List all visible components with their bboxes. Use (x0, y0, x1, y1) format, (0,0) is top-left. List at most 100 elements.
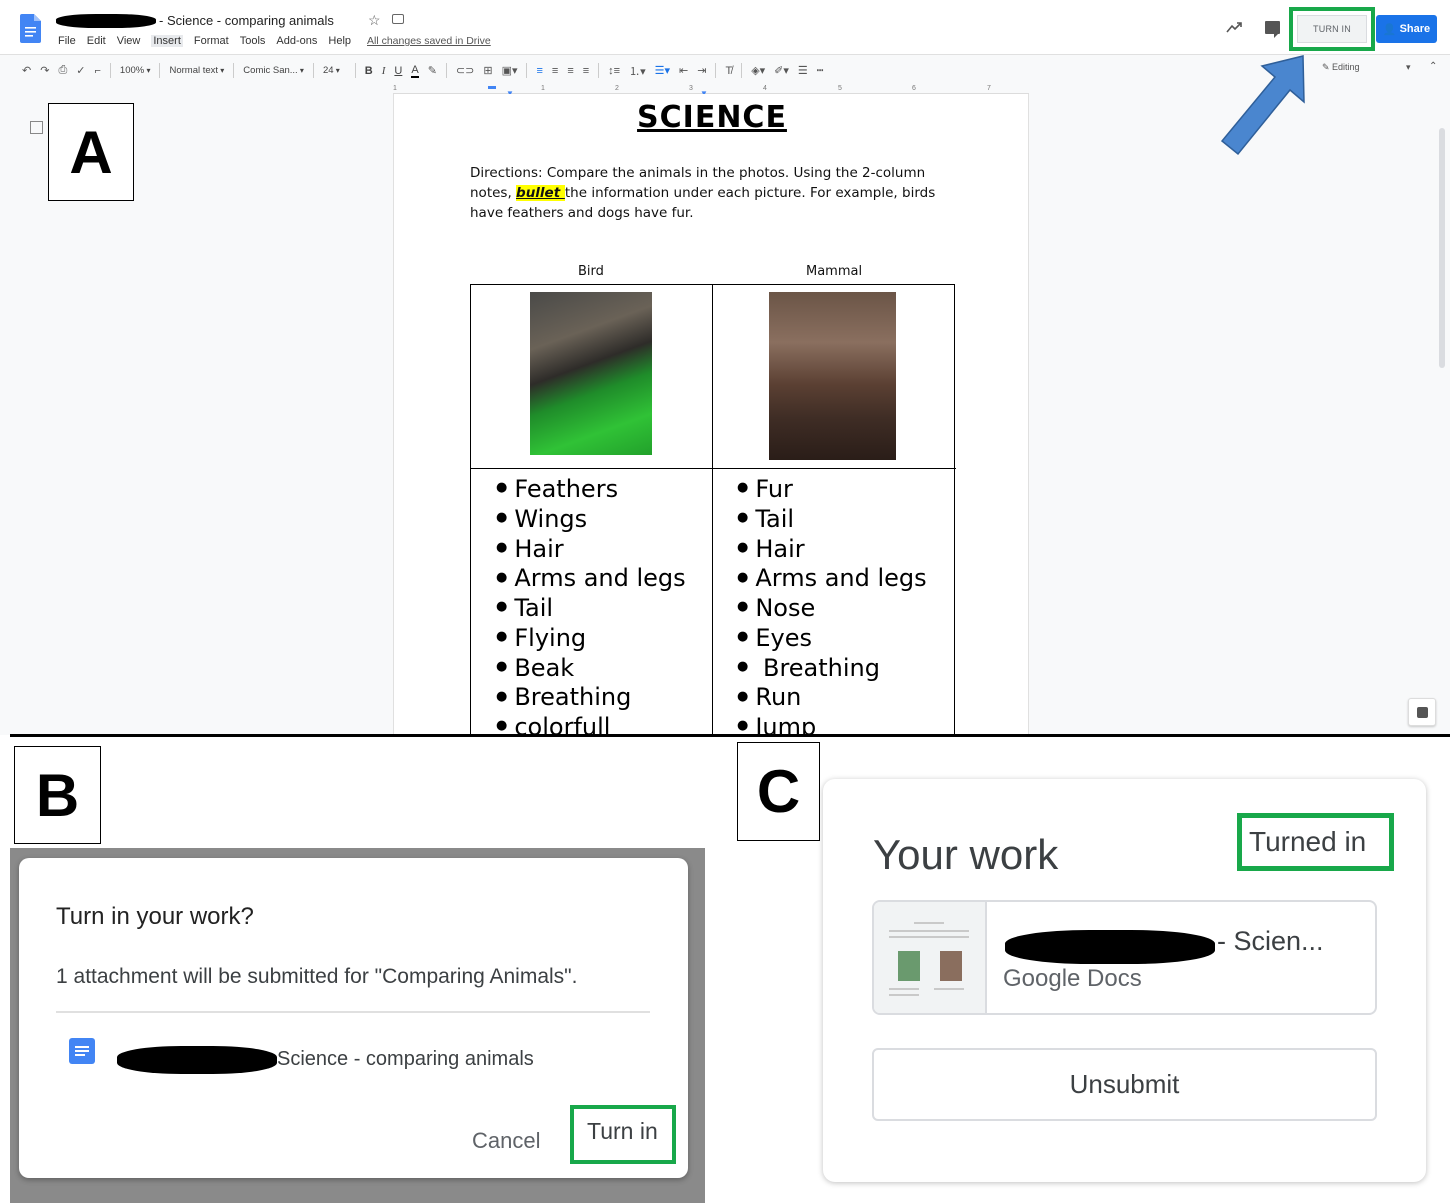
panel-label-c: C (737, 742, 820, 841)
undo-icon[interactable]: ↶ (22, 64, 31, 77)
text-color-button[interactable]: A (411, 64, 419, 78)
dog-photo[interactable] (769, 292, 896, 460)
editing-mode-select[interactable]: ✎ Editing (1322, 62, 1360, 73)
menu-tools[interactable]: Tools (240, 35, 266, 47)
toolbar-divider (312, 63, 314, 78)
paragraph-style-select[interactable]: Normal text (169, 65, 224, 76)
vertical-scrollbar[interactable] (1439, 128, 1445, 368)
list-item: Arms and legs (496, 564, 685, 594)
highlighted-word: bullet (516, 185, 565, 201)
menu-file[interactable]: File (58, 35, 76, 47)
unsubmit-button[interactable]: Unsubmit (872, 1048, 1377, 1121)
turn-in-dialog: Turn in your work? 1 attachment will be … (19, 858, 688, 1178)
font-select[interactable]: Comic San... (243, 65, 304, 76)
bulleted-list-icon[interactable]: ☰▾ (655, 64, 670, 77)
zoom-select[interactable]: 100% (120, 65, 151, 76)
turn-in-highlight-box: TURN IN (1289, 7, 1375, 51)
left-indent-marker[interactable] (488, 86, 496, 89)
redacted-name (1005, 930, 1215, 964)
list-item: Eyes (737, 624, 927, 654)
horizontal-ruler[interactable]: 1 1 2 3 4 5 6 7 ▼ ▼ (393, 85, 1029, 98)
ruler-mark: 3 (689, 85, 693, 92)
toolbar-divider (159, 63, 161, 78)
editing-mode-label: Editing (1332, 62, 1360, 72)
list-item: Fur (737, 475, 927, 505)
collapse-menus-icon[interactable]: ⌃ (1429, 61, 1437, 72)
border-color-icon[interactable]: ✐▾ (774, 64, 789, 77)
save-status-link[interactable]: All changes saved in Drive (367, 35, 491, 47)
document-outline-icon[interactable] (30, 121, 43, 134)
table-divider (471, 468, 956, 469)
explore-icon[interactable] (1408, 698, 1436, 726)
bold-button[interactable]: B (365, 65, 373, 77)
move-folder-icon[interactable] (392, 14, 404, 24)
share-label: Share (1399, 23, 1431, 35)
document-page[interactable]: SCIENCE Directions: Compare the animals … (393, 94, 1029, 735)
comment-history-icon[interactable] (1265, 21, 1280, 38)
align-right-icon[interactable]: ≡ (567, 65, 573, 77)
turn-in-highlight-box: Turn in (570, 1105, 676, 1164)
menu-format[interactable]: Format (194, 35, 229, 47)
your-work-card: Your work Turned in - Scien... Google Do… (823, 779, 1426, 1182)
border-dash-icon[interactable]: ┅ (817, 64, 824, 77)
directions-paragraph: Directions: Compare the animals in the p… (470, 163, 940, 223)
paint-format-icon[interactable]: ⌐ (94, 65, 100, 77)
redo-icon[interactable]: ↷ (40, 64, 49, 77)
dialog-divider (56, 1011, 650, 1013)
chevron-down-icon[interactable]: ▾ (1406, 62, 1411, 73)
google-docs-icon[interactable] (20, 14, 41, 43)
insert-link-icon[interactable]: ⊂⊃ (456, 64, 474, 77)
spellcheck-icon[interactable]: ✓ (76, 64, 85, 77)
numbered-list-icon[interactable]: ⒈▾ (629, 63, 646, 79)
clear-formatting-icon[interactable]: T̸ (725, 65, 732, 77)
list-item: Tail (496, 594, 686, 624)
print-icon[interactable]: ⎙ (58, 64, 67, 77)
decrease-indent-icon[interactable]: ⇤ (679, 64, 688, 77)
ruler-mark: 5 (838, 85, 842, 92)
dialog-message: 1 attachment will be submitted for "Comp… (56, 965, 578, 988)
menu-insert[interactable]: Insert (151, 35, 183, 47)
insert-image-icon[interactable]: ▣▾ (502, 64, 518, 77)
activity-trend-icon[interactable] (1226, 21, 1242, 33)
star-icon[interactable]: ☆ (368, 12, 381, 29)
fill-color-icon[interactable]: ◈▾ (751, 64, 765, 77)
align-left-icon[interactable]: ≡ (536, 65, 542, 77)
list-item: Arms and legs (737, 564, 926, 594)
share-button[interactable]: 👤 Share (1376, 15, 1437, 43)
attachment-name[interactable]: Science - comparing animals (277, 1048, 534, 1071)
menu-add-ons[interactable]: Add-ons (276, 35, 317, 47)
menu-edit[interactable]: Edit (87, 35, 106, 47)
mammal-traits-list: Fur Tail Hair Arms and legs Nose Eyes Br… (737, 475, 927, 735)
list-item: Breathing (496, 683, 686, 713)
turn-in-button[interactable]: Turn in (587, 1118, 658, 1145)
attachment-type: Google Docs (1003, 965, 1142, 992)
person-icon: 👤 (1382, 23, 1397, 36)
menu-view[interactable]: View (117, 35, 141, 47)
list-item: colorfull (496, 713, 686, 735)
align-center-icon[interactable]: ≡ (552, 65, 558, 77)
document-title[interactable]: - Science - comparing animals (159, 13, 334, 28)
font-size-select[interactable]: 24 (323, 65, 340, 76)
line-spacing-icon[interactable]: ↕≡ (608, 65, 620, 77)
list-item: Jump (737, 713, 927, 735)
menu-help[interactable]: Help (328, 35, 351, 47)
italic-button[interactable]: I (382, 65, 386, 77)
toolbar-divider (109, 63, 111, 78)
add-comment-icon[interactable]: ⊞ (483, 64, 492, 77)
list-item: Hair (496, 535, 686, 565)
toolbar-divider (715, 63, 717, 78)
border-width-icon[interactable]: ☰ (798, 64, 808, 77)
table-divider (712, 285, 713, 735)
underline-button[interactable]: U (394, 65, 402, 77)
bird-photo[interactable] (530, 292, 652, 455)
cancel-button[interactable]: Cancel (472, 1128, 540, 1154)
turn-in-button[interactable]: TURN IN (1297, 15, 1367, 43)
highlight-color-icon[interactable]: ✎ (428, 64, 437, 77)
toolbar-divider (598, 63, 600, 78)
justify-icon[interactable]: ≡ (583, 65, 589, 77)
comparison-table: Feathers Wings Hair Arms and legs Tail F… (470, 284, 956, 735)
toolbar-divider (354, 63, 356, 78)
attachment-card[interactable]: - Scien... Google Docs (872, 900, 1377, 1015)
increase-indent-icon[interactable]: ⇥ (697, 64, 706, 77)
panel-label-a: A (48, 103, 134, 201)
